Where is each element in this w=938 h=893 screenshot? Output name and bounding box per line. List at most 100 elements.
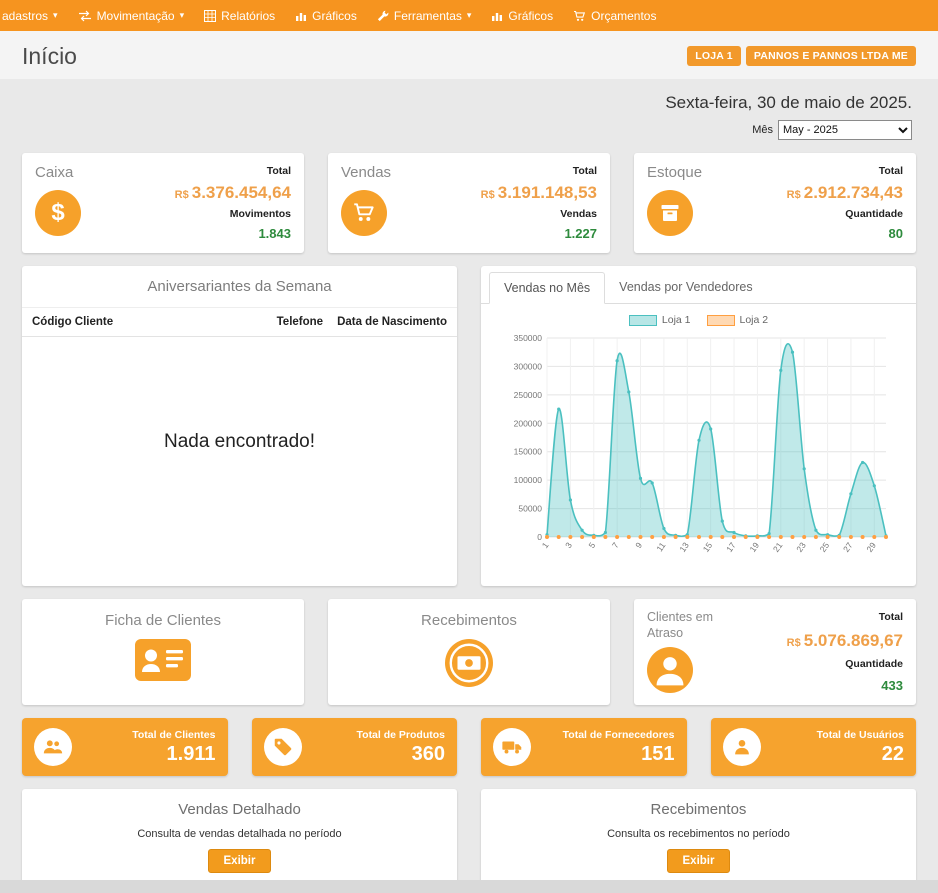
company-badge[interactable]: PANNOS E PANNOS LTDA ME <box>746 46 916 66</box>
svg-text:3: 3 <box>563 540 574 550</box>
nav-item-label: adastros <box>2 9 48 23</box>
total-usuarios-label: Total de Usuários <box>817 729 904 741</box>
atraso-total-value: R$5.076.869,67 <box>787 631 903 651</box>
transfer-icon <box>78 10 92 22</box>
svg-text:100000: 100000 <box>514 475 543 485</box>
store-badge[interactable]: LOJA 1 <box>687 46 741 66</box>
people-icon <box>34 728 72 766</box>
tab-vendas-no-mes[interactable]: Vendas no Mês <box>489 272 605 304</box>
recebimentos-report-title: Recebimentos <box>493 801 904 818</box>
svg-text:250000: 250000 <box>514 390 543 400</box>
caixa-title: Caixa <box>35 164 81 181</box>
svg-text:23: 23 <box>794 540 808 554</box>
tag-icon <box>264 728 302 766</box>
sales-chart-card: Vendas no Mês Vendas por Vendedores Loja… <box>481 266 916 586</box>
current-date: Sexta-feira, 30 de maio de 2025. <box>0 79 938 113</box>
svg-text:150000: 150000 <box>514 447 543 457</box>
sales-chart: 0500001000001500002000002500003000003500… <box>491 328 896 573</box>
bar-chart-icon <box>491 10 503 22</box>
svg-text:13: 13 <box>677 540 691 554</box>
recebimentos-card[interactable]: Recebimentos <box>328 599 610 705</box>
exibir-recebimentos-button[interactable]: Exibir <box>667 849 731 873</box>
ficha-clientes-title: Ficha de Clientes <box>35 612 291 629</box>
svg-text:19: 19 <box>747 540 761 554</box>
total-usuarios-value: 22 <box>817 743 904 766</box>
vendas-detalhado-desc: Consulta de vendas detalhada no período <box>34 828 445 840</box>
caixa-total-label: Total <box>175 165 291 177</box>
store-badges: LOJA 1 PANNOS E PANNOS LTDA ME <box>687 46 916 66</box>
estoque-title: Estoque <box>647 164 702 181</box>
total-clientes-label: Total de Clientes <box>132 729 215 741</box>
nav-item-movimentacao[interactable]: Movimentação ▾ <box>68 0 195 31</box>
nav-item-cadastros[interactable]: adastros ▾ <box>0 0 68 31</box>
nav-item-graficos[interactable]: Gráficos <box>285 0 367 31</box>
caret-down-icon: ▾ <box>467 11 472 20</box>
clientes-atraso-card: Clientes em Atraso Total R$5.076.869,67 … <box>634 599 916 705</box>
recebimentos-title: Recebimentos <box>341 612 597 629</box>
total-fornecedores-value: 151 <box>563 743 675 766</box>
svg-text:7: 7 <box>610 540 621 550</box>
caixa-count-value: 1.843 <box>175 226 291 241</box>
nav-item-relatorios[interactable]: Relatórios <box>194 0 285 31</box>
vendas-detalhado-card: Vendas Detalhado Consulta de vendas deta… <box>22 789 457 885</box>
total-clientes-card: Total de Clientes 1.911 <box>22 718 228 776</box>
column-codigo-cliente: Código Cliente <box>32 316 277 328</box>
caret-down-icon: ▾ <box>53 11 58 20</box>
id-card-icon <box>35 639 291 681</box>
ficha-clientes-card[interactable]: Ficha de Clientes <box>22 599 304 705</box>
total-fornecedores-label: Total de Fornecedores <box>563 729 675 741</box>
caixa-card: Caixa $ Total R$3.376.454,64 Movimentos … <box>22 153 304 253</box>
estoque-card: Estoque Total R$2.912.734,43 Quantidade … <box>634 153 916 253</box>
nav-item-graficos-2[interactable]: Gráficos <box>481 0 563 31</box>
page-header: Início LOJA 1 PANNOS E PANNOS LTDA ME <box>0 31 938 79</box>
nav-item-label: Movimentação <box>97 9 175 23</box>
nav-item-label: Gráficos <box>312 9 357 23</box>
reports-row: Vendas Detalhado Consulta de vendas deta… <box>22 789 916 885</box>
person-icon <box>647 647 735 693</box>
svg-text:50000: 50000 <box>518 504 542 514</box>
vendas-count-label: Vendas <box>481 208 597 220</box>
truck-icon <box>493 728 531 766</box>
box-icon <box>647 190 693 236</box>
svg-text:200000: 200000 <box>514 418 543 428</box>
vendas-count-value: 1.227 <box>481 226 597 241</box>
column-telefone: Telefone <box>277 316 323 328</box>
dollar-icon: $ <box>35 190 81 236</box>
svg-text:5: 5 <box>586 540 597 550</box>
tab-vendas-por-vendedores[interactable]: Vendas por Vendedores <box>605 272 766 304</box>
month-select[interactable]: May - 2025 <box>778 120 912 140</box>
legend-loja2[interactable]: Loja 2 <box>707 314 769 326</box>
caixa-count-label: Movimentos <box>175 208 291 220</box>
total-produtos-card: Total de Produtos 360 <box>252 718 458 776</box>
atraso-total-label: Total <box>787 611 903 623</box>
recebimentos-report-desc: Consulta os recebimentos no período <box>493 828 904 840</box>
nav-item-label: Orçamentos <box>591 9 656 23</box>
birthdays-card: Aniversariantes da Semana Código Cliente… <box>22 266 457 586</box>
legend-loja1[interactable]: Loja 1 <box>629 314 691 326</box>
vendas-detalhado-title: Vendas Detalhado <box>34 801 445 818</box>
svg-text:9: 9 <box>633 540 644 550</box>
recebimentos-report-card: Recebimentos Consulta os recebimentos no… <box>481 789 916 885</box>
totals-row: Total de Clientes 1.911 Total de Produto… <box>22 718 916 776</box>
legend-swatch-loja2 <box>707 315 735 326</box>
cart-icon <box>573 10 586 22</box>
quick-row: Ficha de Clientes Recebimentos Clientes … <box>22 599 916 705</box>
svg-text:25: 25 <box>818 540 832 554</box>
column-data-nascimento: Data de Nascimento <box>337 316 447 328</box>
nav-item-orcamentos[interactable]: Orçamentos <box>563 0 666 31</box>
estoque-total-value: R$2.912.734,43 <box>787 183 903 203</box>
chart-legend: Loja 1 Loja 2 <box>491 314 906 326</box>
svg-text:15: 15 <box>701 540 715 554</box>
nav-item-label: Relatórios <box>221 9 275 23</box>
svg-text:29: 29 <box>864 540 878 554</box>
svg-text:1: 1 <box>540 540 551 550</box>
estoque-total-label: Total <box>787 165 903 177</box>
month-filter: Mês May - 2025 <box>0 113 938 140</box>
nav-item-ferramentas[interactable]: Ferramentas ▾ <box>367 0 482 31</box>
birthdays-title: Aniversariantes da Semana <box>22 266 457 308</box>
estoque-count-value: 80 <box>787 226 903 241</box>
total-usuarios-card: Total de Usuários 22 <box>711 718 917 776</box>
exibir-vendas-button[interactable]: Exibir <box>208 849 272 873</box>
atraso-count-value: 433 <box>787 678 903 693</box>
money-icon <box>341 639 597 687</box>
